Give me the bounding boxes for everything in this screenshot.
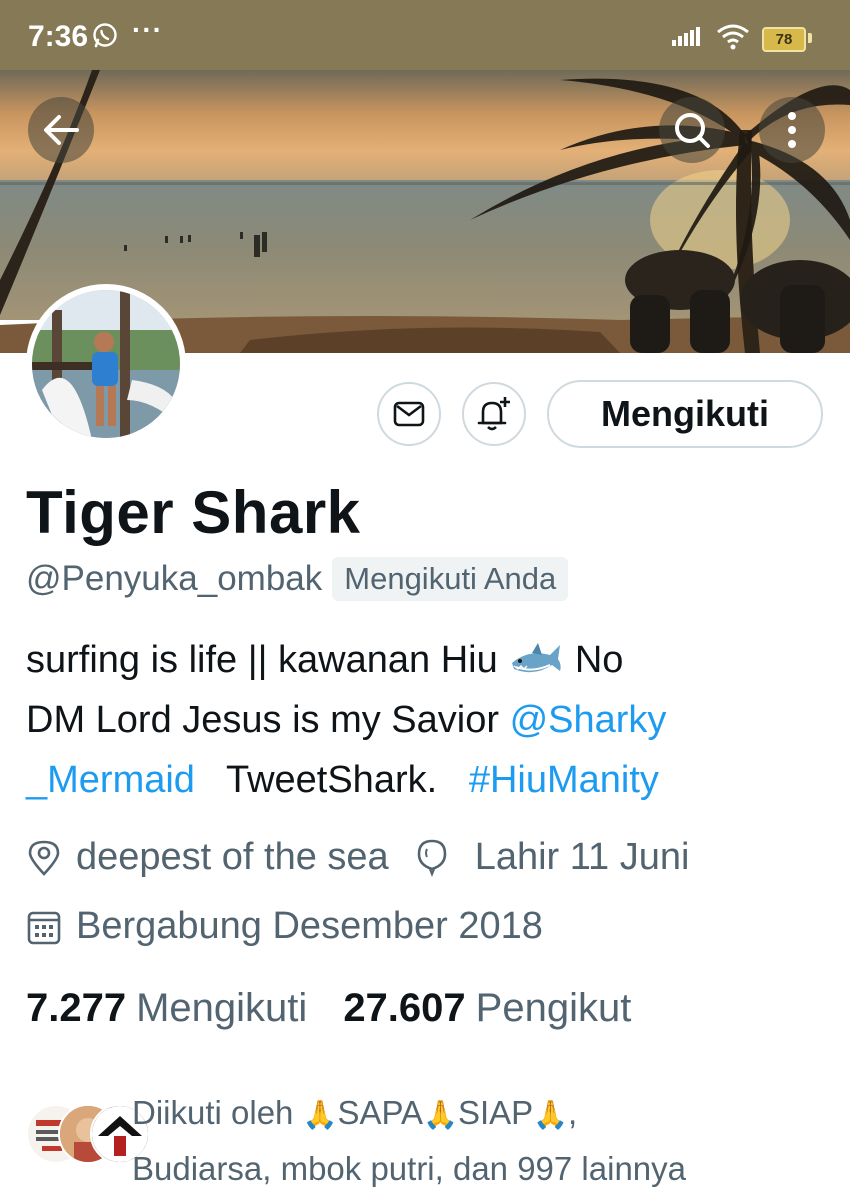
following-label: Mengikuti [136,986,308,1030]
more-vertical-icon [788,112,796,148]
followed-by-text: Diikuti oleh 🙏SAPA🙏SIAP🙏, Budiarsa, mbok… [132,1086,686,1196]
bell-plus-icon [477,397,510,431]
following-stat[interactable]: 7.277 Mengikuti [26,986,307,1031]
bio-hashtag-link[interactable]: #HiuManity [469,759,659,801]
following-count: 7.277 [26,986,127,1030]
bio-text-2: No [574,639,624,681]
pray-emoji-icon: 🙏 [533,1099,569,1130]
followed-by-separator: , [568,1094,578,1131]
avatar-image [32,290,180,438]
followed-by-avatars [26,1104,150,1164]
follow-stats: 7.277 Mengikuti 27.607 Pengikut [26,986,631,1031]
profile-location: deepest of the sea [76,836,389,878]
pray-emoji-icon: 🙏 [302,1099,338,1130]
balloon-icon [417,839,446,877]
bio-mention-link-cont[interactable]: _Mermaid [26,759,195,801]
battery-icon: 78 [762,27,806,52]
followed-by-name: SAPA [337,1094,424,1131]
status-more-dots: ··· [132,14,163,45]
followed-by-name: SIAP [457,1094,534,1131]
bio-text-1: surfing is life || kawanan Hiu [26,639,498,681]
profile-birthday: Lahir 11 Juni [474,836,690,878]
profile-meta-row: deepest of the sea Lahir 11 Juni [26,836,689,879]
battery-tip [808,33,812,43]
profile-joined-row: Bergabung Desember 2018 [26,905,543,948]
back-button[interactable] [28,97,94,163]
profile-avatar[interactable] [26,284,186,444]
followers-stat[interactable]: 27.607 Pengikut [343,986,631,1031]
bio-text-3: DM Lord Jesus is my Savior [26,699,500,741]
message-button[interactable] [377,382,441,446]
profile-joined-date: Bergabung Desember 2018 [76,905,543,947]
bio-text-4: TweetShark. [225,759,438,801]
followed-by-prefix: Diikuti oleh [132,1094,294,1131]
back-arrow-icon [44,115,79,145]
search-icon [675,113,710,148]
followers-count: 27.607 [343,986,466,1030]
search-button[interactable] [659,97,725,163]
bio-mention-link[interactable]: @Sharky [510,699,667,741]
profile-bio: surfing is life || kawanan Hiu No DM Lor… [26,630,826,810]
mail-icon [393,401,425,427]
following-button[interactable]: Mengikuti [547,380,823,448]
battery-level: 78 [775,31,793,48]
wifi-icon [717,24,749,50]
signal-icon [672,27,700,46]
whatsapp-icon [93,23,117,48]
follows-you-badge: Mengikuti Anda [332,557,569,601]
followed-by-others: Budiarsa, mbok putri, dan 997 lainnya [132,1150,687,1187]
followers-label: Pengikut [475,986,632,1030]
status-time: 7:36 [28,20,89,53]
notification-button[interactable] [462,382,526,446]
location-pin-icon [28,840,60,876]
followed-by-section[interactable]: Diikuti oleh 🙏SAPA🙏SIAP🙏, Budiarsa, mbok… [26,1086,836,1196]
calendar-icon [27,911,61,944]
shark-emoji-icon [512,642,561,673]
pray-emoji-icon: 🙏 [423,1099,458,1130]
handle-row: @Penyuka_ombak Mengikuti Anda [26,556,569,602]
more-options-button[interactable] [759,97,825,163]
profile-handle: @Penyuka_ombak [26,559,323,598]
status-bar: 7:36 ··· 78 [0,0,850,70]
profile-name: Tiger Shark [26,479,361,546]
